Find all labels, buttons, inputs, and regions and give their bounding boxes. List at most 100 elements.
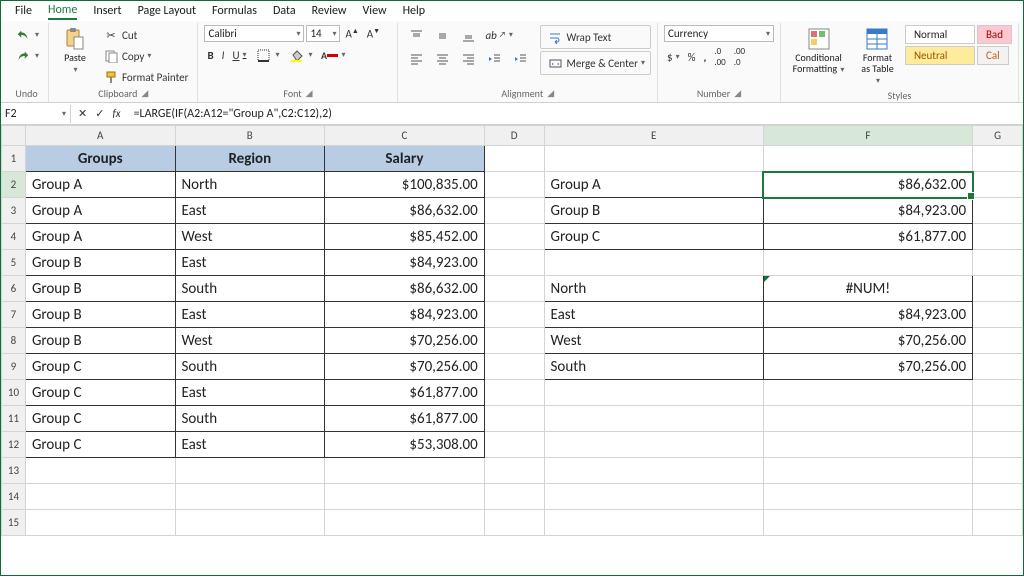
italic-button[interactable]: I [219, 48, 228, 63]
cell-e4[interactable]: Group C [544, 224, 763, 250]
cell-f4[interactable]: $61,877.00 [763, 224, 972, 250]
cell-f13[interactable] [763, 458, 972, 484]
cell-e1[interactable] [544, 146, 763, 172]
row-header-8[interactable]: 8 [2, 328, 26, 354]
clipboard-launcher[interactable]: ◢ [141, 88, 148, 99]
cell-e14[interactable] [544, 484, 763, 510]
cell-b11[interactable]: South [175, 406, 325, 432]
cell-c4[interactable]: $85,452.00 [325, 224, 485, 250]
cell-f8[interactable]: $70,256.00 [763, 328, 972, 354]
cell-a8[interactable]: Group B [25, 328, 175, 354]
menu-help[interactable]: Help [395, 2, 434, 20]
cell-b6[interactable]: South [175, 276, 325, 302]
select-all-corner[interactable] [2, 126, 26, 146]
row-header-9[interactable]: 9 [2, 354, 26, 380]
cell-b8[interactable]: West [175, 328, 325, 354]
cell-c10[interactable]: $61,877.00 [325, 380, 485, 406]
percent-button[interactable]: % [685, 50, 699, 65]
cell-d9[interactable] [484, 354, 544, 380]
format-painter-button[interactable]: Format Painter [99, 67, 191, 87]
cell-c13[interactable] [325, 458, 485, 484]
comma-button[interactable]: , [700, 50, 709, 65]
enter-formula-button[interactable]: ✓ [92, 106, 107, 121]
row-header-3[interactable]: 3 [2, 198, 26, 224]
column-headers[interactable]: A B C D E F G [2, 126, 1023, 146]
cell-b15[interactable] [175, 510, 325, 536]
decrease-indent-button[interactable] [482, 48, 506, 68]
cell-g8[interactable] [973, 328, 1023, 354]
cell-g7[interactable] [973, 302, 1023, 328]
row-header-1[interactable]: 1 [2, 146, 26, 172]
cell-a4[interactable]: Group A [25, 224, 175, 250]
cell-g15[interactable] [973, 510, 1023, 536]
align-bottom-button[interactable] [456, 25, 480, 45]
borders-button[interactable]: ▾ [252, 45, 283, 65]
cell-g5[interactable] [973, 250, 1023, 276]
decrease-font-button[interactable]: A▼ [364, 25, 383, 42]
row-header-2[interactable]: 2 [2, 172, 26, 198]
align-left-button[interactable] [404, 48, 428, 68]
row-header-4[interactable]: 4 [2, 224, 26, 250]
cell-g11[interactable] [973, 406, 1023, 432]
font-color-button[interactable]: A▾ [318, 45, 349, 65]
font-name-select[interactable]: Calibri▾ [204, 25, 304, 42]
alignment-launcher[interactable]: ◢ [547, 88, 554, 99]
cell-a3[interactable]: Group A [25, 198, 175, 224]
cell-c11[interactable]: $61,877.00 [325, 406, 485, 432]
number-launcher[interactable]: ◢ [734, 88, 741, 99]
redo-button[interactable]: ▾ [11, 46, 42, 66]
cell-d14[interactable] [484, 484, 544, 510]
cell-g13[interactable] [973, 458, 1023, 484]
cell-b12[interactable]: East [175, 432, 325, 458]
cell-c2[interactable]: $100,835.00 [325, 172, 485, 198]
row-header-11[interactable]: 11 [2, 406, 26, 432]
accounting-format-button[interactable]: $▾ [664, 50, 683, 65]
col-header-d[interactable]: D [484, 126, 544, 146]
cell-f12[interactable] [763, 432, 972, 458]
cell-c6[interactable]: $86,632.00 [325, 276, 485, 302]
cell-a7[interactable]: Group B [25, 302, 175, 328]
cell-f15[interactable] [763, 510, 972, 536]
cell-f3[interactable]: $84,923.00 [763, 198, 972, 224]
cell-d10[interactable] [484, 380, 544, 406]
font-size-select[interactable]: 14▾ [306, 25, 340, 42]
row-header-15[interactable]: 15 [2, 510, 26, 536]
menu-review[interactable]: Review [304, 2, 355, 20]
cell-e5[interactable] [544, 250, 763, 276]
paste-button[interactable]: Paste▾ [55, 25, 95, 78]
cell-f11[interactable] [763, 406, 972, 432]
cell-a2[interactable]: Group A [25, 172, 175, 198]
menu-file[interactable]: File [7, 2, 40, 20]
name-box[interactable]: F2▾ [1, 105, 71, 123]
cell-b7[interactable]: East [175, 302, 325, 328]
wrap-text-button[interactable]: Wrap Text [540, 25, 651, 49]
cell-b9[interactable]: South [175, 354, 325, 380]
cell-d6[interactable] [484, 276, 544, 302]
cell-e13[interactable] [544, 458, 763, 484]
cell-e3[interactable]: Group B [544, 198, 763, 224]
cell-d2[interactable] [484, 172, 544, 198]
cancel-formula-button[interactable]: ✕ [75, 106, 90, 121]
menu-formulas[interactable]: Formulas [204, 2, 265, 20]
cell-f9[interactable]: $70,256.00 [763, 354, 972, 380]
cut-button[interactable]: ✂Cut [99, 25, 191, 45]
align-center-button[interactable] [430, 48, 454, 68]
cell-g1[interactable] [973, 146, 1023, 172]
cell-g10[interactable] [973, 380, 1023, 406]
cell-d11[interactable] [484, 406, 544, 432]
menu-data[interactable]: Data [265, 2, 304, 20]
cell-a9[interactable]: Group C [25, 354, 175, 380]
cell-d13[interactable] [484, 458, 544, 484]
row-header-14[interactable]: 14 [2, 484, 26, 510]
cell-g14[interactable] [973, 484, 1023, 510]
cell-e9[interactable]: South [544, 354, 763, 380]
cell-b2[interactable]: North [175, 172, 325, 198]
cell-e8[interactable]: West [544, 328, 763, 354]
cell-a1[interactable]: Groups [25, 146, 175, 172]
cell-style-bad[interactable]: Bad [977, 25, 1012, 44]
increase-decimal-button[interactable]: .0.00 [711, 45, 728, 69]
cell-b5[interactable]: East [175, 250, 325, 276]
cell-g4[interactable] [973, 224, 1023, 250]
cell-style-normal[interactable]: Normal [905, 25, 975, 44]
cell-c12[interactable]: $53,308.00 [325, 432, 485, 458]
